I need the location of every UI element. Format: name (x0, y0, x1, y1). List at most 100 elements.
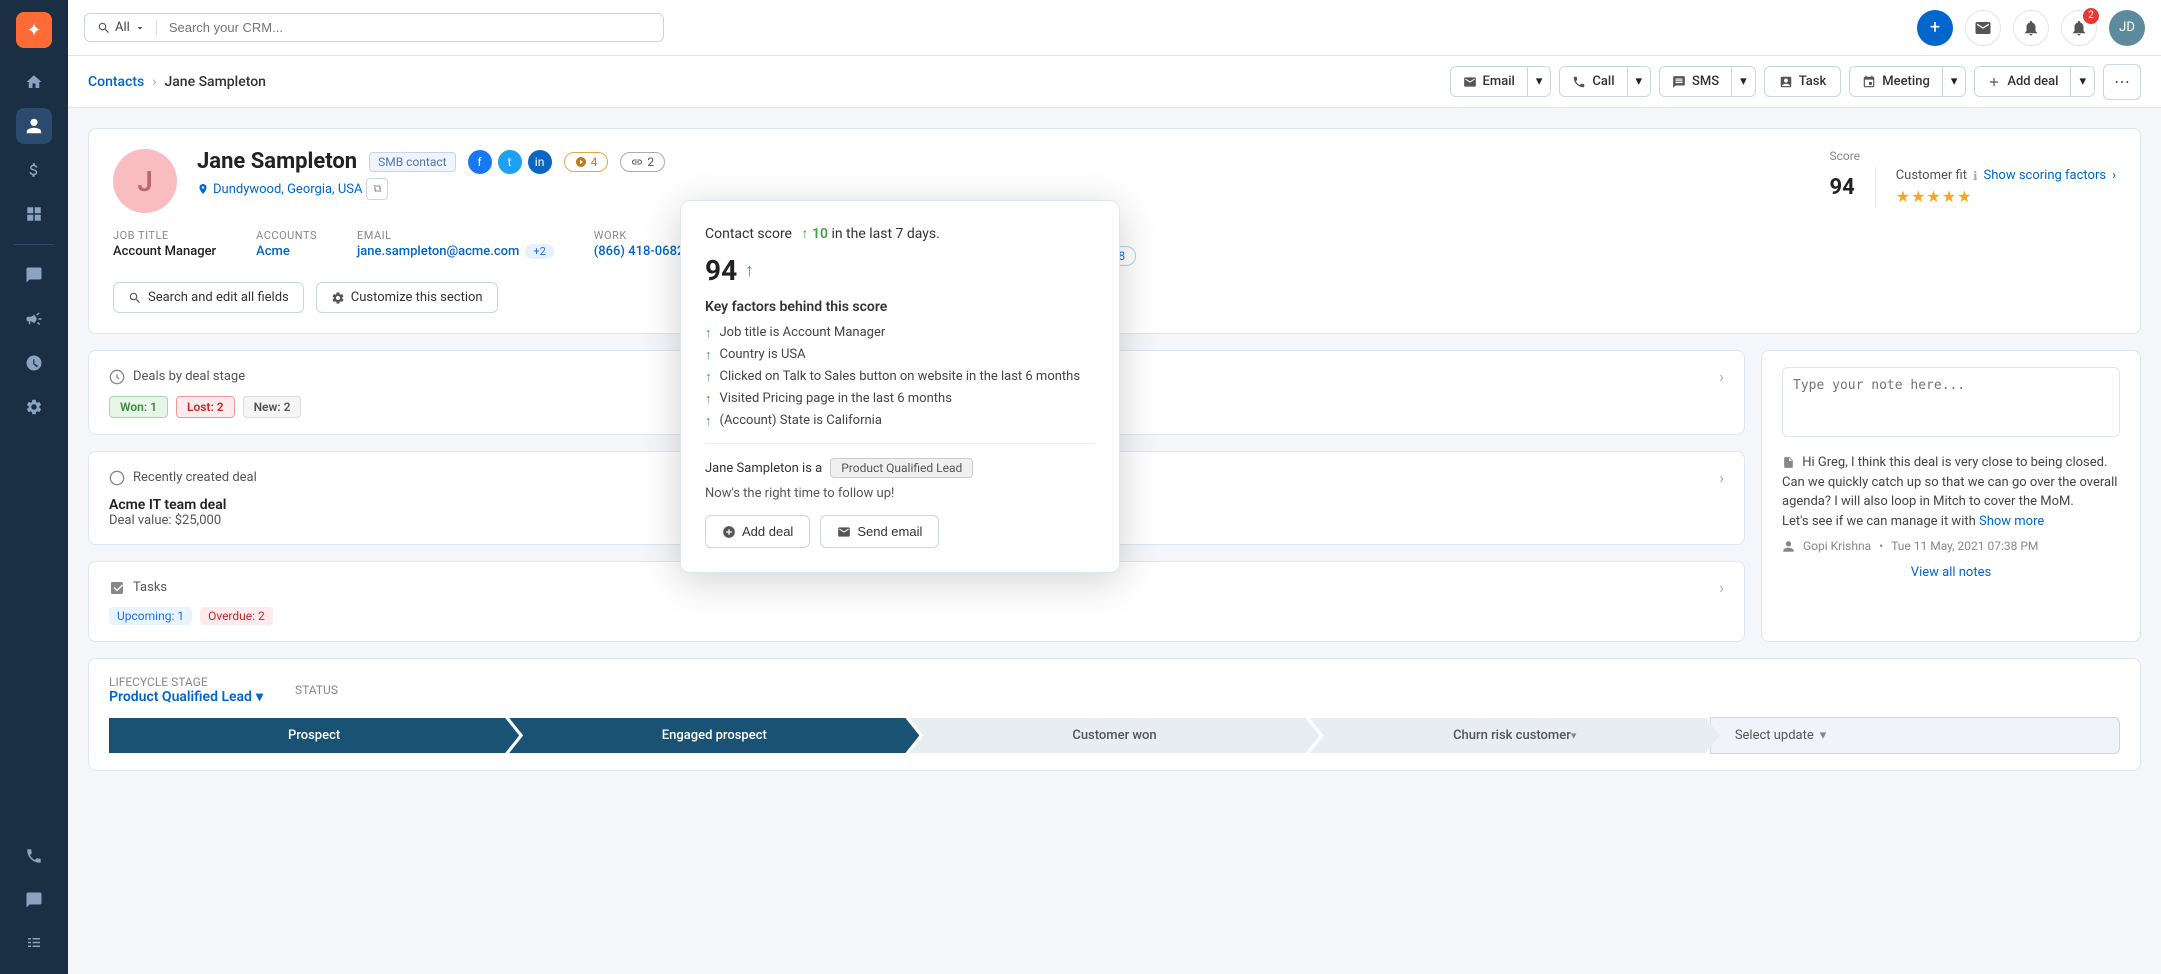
tasks-card-arrow[interactable]: › (1719, 578, 1724, 597)
popup-followup-text: Now's the right time to follow up! (705, 486, 1095, 501)
lifecycle-stage-label: Lifecycle stage (109, 675, 263, 689)
search-input[interactable] (169, 20, 651, 35)
note-meta: Gopi Krishna • Tue 11 May, 2021 07:38 PM (1782, 539, 2120, 553)
lifecycle-status-group: Status (295, 683, 338, 697)
popup-send-email-button[interactable]: Send email (820, 515, 939, 548)
view-all-notes-link[interactable]: View all notes (1782, 565, 2120, 580)
deals-card-title: Deals by deal stage (133, 369, 245, 384)
tasks-card: Tasks › Upcoming: 1 Overdue: 2 (88, 561, 1745, 642)
job-title-value: Account Manager (113, 244, 216, 259)
show-more-link[interactable]: Show more (1979, 514, 2044, 529)
notes-card: Hi Greg, I think this deal is very close… (1761, 350, 2141, 642)
sms-action-button[interactable]: SMS (1660, 67, 1732, 96)
sidebar-icon-phone[interactable] (16, 838, 52, 874)
email-row: jane.sampleton@acme.com +2 (357, 244, 554, 259)
stage-customer-won-button[interactable]: Customer won (909, 718, 1319, 753)
popup-pql-prefix: Jane Sampleton is a (705, 461, 822, 476)
factor-3-up-icon: ↑ (705, 369, 712, 385)
quick-add-button[interactable]: + (1917, 10, 1953, 46)
links-badge[interactable]: 2 (620, 152, 665, 172)
add-deal-action-button[interactable]: Add deal (1975, 67, 2071, 96)
phone-value[interactable]: (866) 418-0682 (594, 244, 685, 259)
sidebar: ✦ (0, 0, 68, 974)
stage-select-dropdown[interactable]: Select update ▾ (1710, 717, 2120, 754)
breadcrumb-contacts[interactable]: Contacts (88, 74, 144, 90)
sidebar-icon-deals[interactable] (16, 152, 52, 188)
new-badge: New: 2 (243, 396, 302, 418)
breadcrumb: Contacts › Jane Sampleton (88, 74, 266, 90)
email-button[interactable] (1965, 10, 2001, 46)
popup-pql-badge: Product Qualified Lead (830, 458, 973, 478)
sms-action-dropdown[interactable]: ▾ (1732, 67, 1755, 96)
show-scoring-factors-link[interactable]: Show scoring factors (1984, 168, 2107, 183)
call-action-split: Call ▾ (1559, 66, 1651, 97)
lifecycle-stage-value[interactable]: Product Qualified Lead ▾ (109, 689, 263, 705)
activities-count: 4 (591, 155, 598, 169)
account-value[interactable]: Acme (256, 244, 317, 259)
score-label: Score (1829, 149, 2116, 163)
call-action-dropdown[interactable]: ▾ (1628, 67, 1651, 96)
sidebar-icon-groups[interactable] (16, 196, 52, 232)
meeting-action-label: Meeting (1882, 74, 1930, 89)
sms-action-split: SMS ▾ (1659, 66, 1756, 97)
sidebar-icon-contacts[interactable] (16, 108, 52, 144)
sidebar-icon-clock[interactable] (16, 345, 52, 381)
recent-deal-arrow[interactable]: › (1719, 468, 1724, 487)
stage-engaged: Engaged prospect (509, 718, 919, 753)
sidebar-icon-grid[interactable] (16, 926, 52, 962)
sms-action-label: SMS (1692, 74, 1719, 89)
stage-engaged-button[interactable]: Engaged prospect (509, 718, 919, 753)
sidebar-icon-messages[interactable] (16, 257, 52, 293)
email-value[interactable]: jane.sampleton@acme.com (357, 244, 519, 259)
stage-churn-risk-button[interactable]: Churn risk customer ▾ (1310, 718, 1720, 753)
customize-section-button[interactable]: Customize this section (316, 282, 498, 313)
email-more-badge[interactable]: +2 (525, 244, 553, 259)
add-deal-action-label: Add deal (2007, 74, 2058, 89)
app-logo[interactable]: ✦ (16, 12, 52, 48)
add-deal-action-dropdown[interactable]: ▾ (2071, 67, 2094, 96)
meeting-action-button[interactable]: Meeting (1850, 67, 1943, 96)
activities-counter[interactable]: 4 (564, 152, 609, 172)
popup-factor-3: ↑ Clicked on Talk to Sales button on web… (705, 369, 1095, 385)
popup-score-header: Contact score ↑ 10 in the last 7 days. (705, 225, 1095, 242)
more-actions-button[interactable]: ⋯ (2103, 64, 2141, 100)
note-timestamp: Tue 11 May, 2021 07:38 PM (1891, 539, 2038, 553)
task-action-label: Task (1799, 74, 1827, 89)
stage-prospect-button[interactable]: Prospect (109, 718, 519, 753)
contact-name: Jane Sampleton (197, 149, 357, 174)
search-filter-dropdown[interactable]: All (97, 20, 157, 35)
sidebar-icon-settings[interactable] (16, 389, 52, 425)
lifecycle-status-label: Status (295, 683, 338, 697)
user-avatar[interactable]: JD (2109, 10, 2145, 46)
email-action-dropdown[interactable]: ▾ (1528, 67, 1551, 96)
copy-location-button[interactable]: ⧉ (366, 178, 388, 200)
search-edit-button[interactable]: Search and edit all fields (113, 282, 304, 313)
popup-add-deal-button[interactable]: Add deal (705, 515, 810, 548)
task-action-button[interactable]: Task (1764, 66, 1842, 97)
deals-card-arrow[interactable]: › (1719, 367, 1724, 386)
action-buttons: Email ▾ Call ▾ SMS ▾ Task (1450, 64, 2141, 100)
email-action-button[interactable]: Email (1451, 67, 1528, 96)
sidebar-icon-campaigns[interactable] (16, 301, 52, 337)
popup-factor-5: ↑ (Account) State is California (705, 413, 1095, 429)
sidebar-icon-chat[interactable] (16, 882, 52, 918)
linkedin-icon[interactable]: in (528, 150, 552, 174)
main-area: All + 2 JD Contacts › Jane Sampleton (68, 0, 2161, 974)
notifications-bell-button[interactable] (2013, 10, 2049, 46)
call-action-button[interactable]: Call (1560, 67, 1627, 96)
email-field: Email jane.sampleton@acme.com +2 (357, 229, 554, 266)
note-text: Hi Greg, I think this deal is very close… (1782, 455, 2117, 509)
twitter-icon[interactable]: t (498, 150, 522, 174)
meeting-action-dropdown[interactable]: ▾ (1943, 67, 1966, 96)
alerts-button[interactable]: 2 (2061, 10, 2097, 46)
email-label: Email (357, 229, 554, 242)
facebook-icon[interactable]: f (468, 150, 492, 174)
contact-avatar: J (113, 149, 177, 213)
popup-pql-row: Jane Sampleton is a Product Qualified Le… (705, 458, 1095, 478)
note-input[interactable] (1782, 367, 2120, 437)
sidebar-icon-home[interactable] (16, 64, 52, 100)
contact-location[interactable]: Dundywood, Georgia, USA ⧉ (197, 178, 1789, 200)
email-action-split: Email ▾ (1450, 66, 1552, 97)
popup-actions: Add deal Send email (705, 515, 1095, 548)
stage-select-update: Select update ▾ (1710, 717, 2120, 754)
